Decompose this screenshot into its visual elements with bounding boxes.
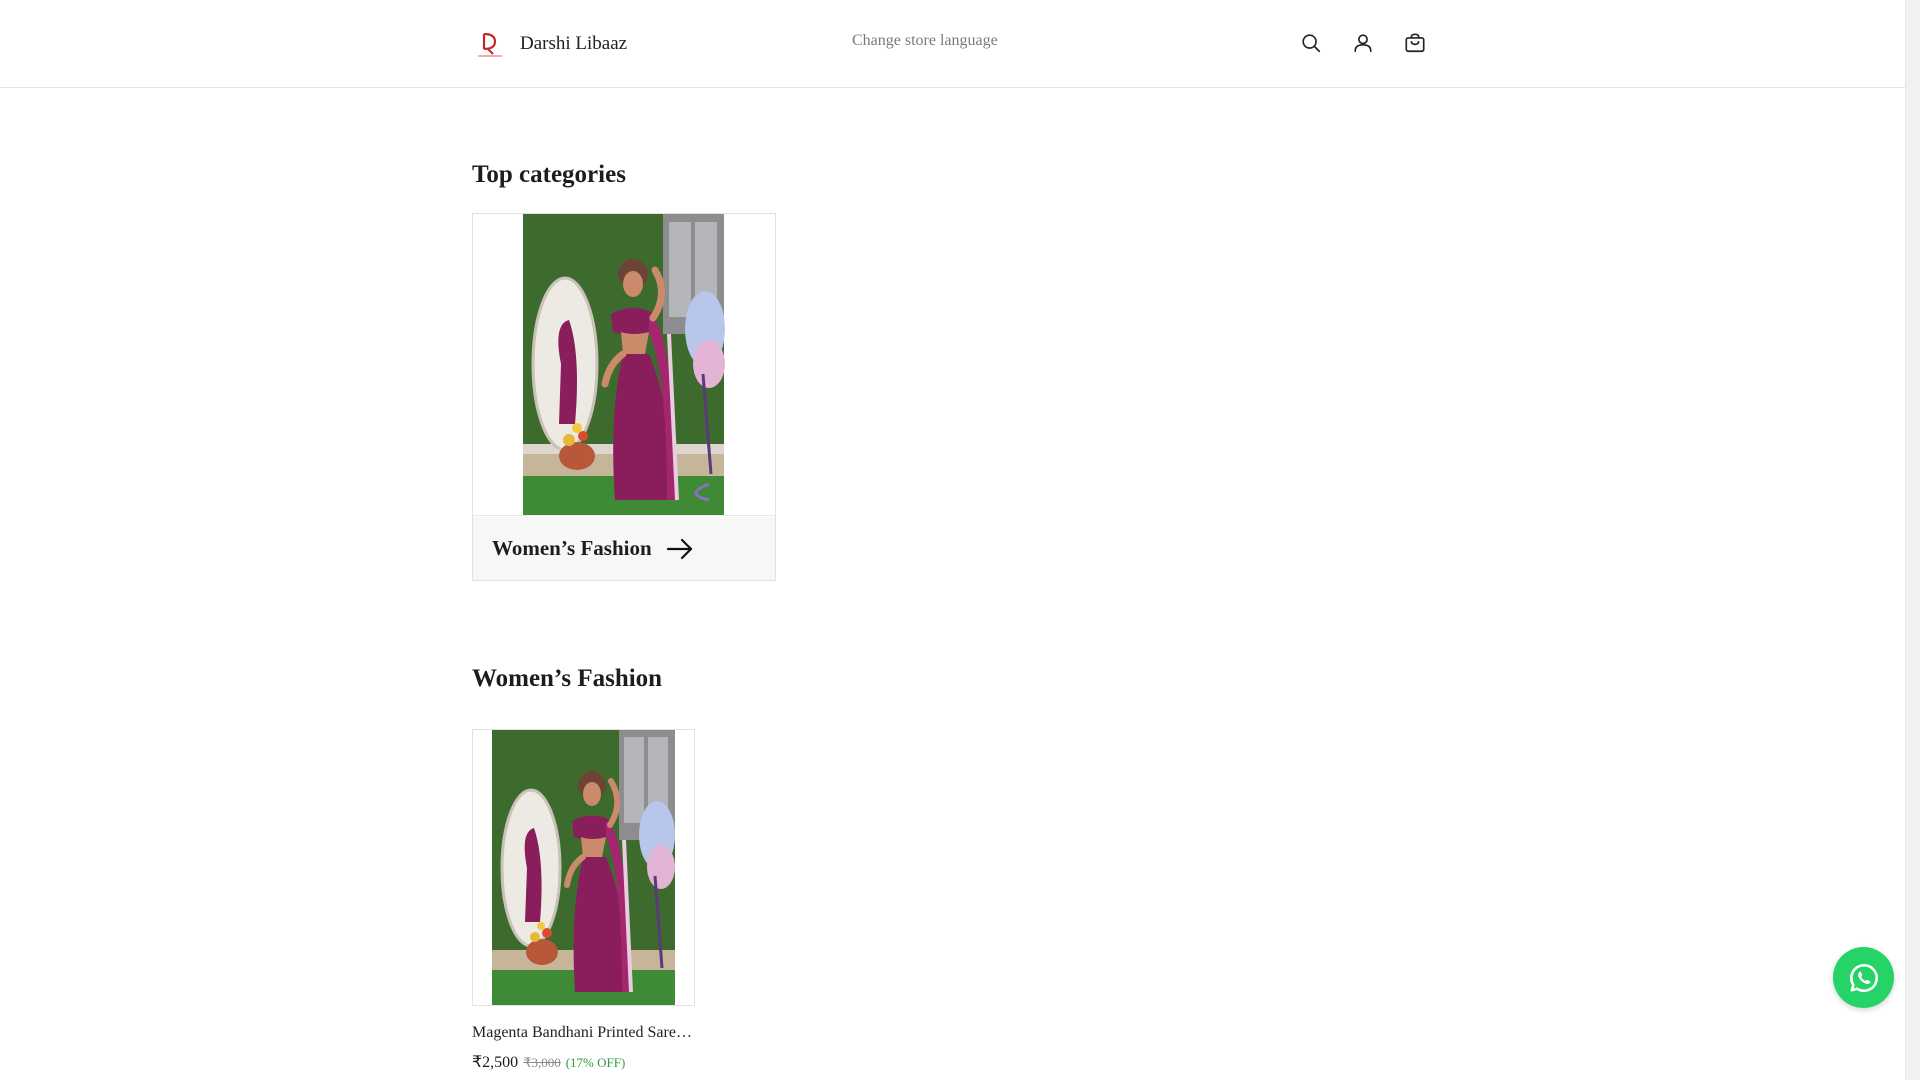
whatsapp-icon[interactable] (1833, 947, 1894, 1008)
category-image (473, 214, 775, 516)
product-mrp: ₹3,000 (523, 1055, 561, 1070)
product-card[interactable] (472, 729, 695, 1006)
product-discount: (17% OFF) (565, 1055, 626, 1070)
product-price: ₹2,500 (472, 1054, 519, 1071)
arrow-right-icon (666, 538, 694, 560)
brand-logo (472, 26, 508, 62)
site-header: Darshi Libaaz Change store language (0, 0, 1905, 88)
change-language-link[interactable]: Change store language (852, 32, 998, 50)
collection-heading: Women’s Fashion (472, 665, 663, 692)
category-footer[interactable]: Women’s Fashion (473, 517, 775, 580)
product-price-row: ₹2,500 ₹3,000 (17% OFF) (472, 1052, 625, 1072)
top-categories-heading: Top categories (472, 161, 626, 188)
brand-name[interactable]: Darshi Libaaz (520, 33, 627, 55)
user-icon[interactable] (1350, 30, 1376, 56)
page-scrollbar[interactable] (1905, 0, 1920, 1080)
shopping-bag-icon[interactable] (1402, 30, 1428, 56)
product-name[interactable]: Magenta Bandhani Printed Saree with Blou… (472, 1024, 696, 1042)
product-image (473, 730, 694, 1005)
search-icon[interactable] (1298, 30, 1324, 56)
brand-link[interactable]: Darshi Libaaz (472, 26, 627, 62)
category-label[interactable]: Women’s Fashion (492, 536, 652, 561)
category-card-womens-fashion[interactable]: Women’s Fashion (472, 213, 776, 581)
